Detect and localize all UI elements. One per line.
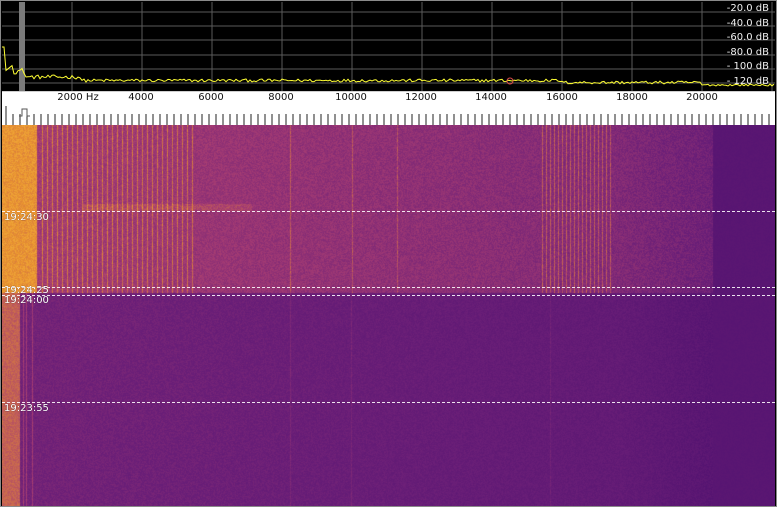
frequency-axis: 2000 Hz 4000 6000 8000 10000 12000 14000… <box>2 91 775 126</box>
frequency-label-8000: 8000 <box>268 92 294 103</box>
frequency-label-4000: 4000 <box>128 92 154 103</box>
db-label-100: - 100 dB <box>726 61 769 72</box>
frequency-range-marker <box>19 108 30 117</box>
low-frequency-marker <box>19 2 25 91</box>
frequency-ruler <box>5 106 770 126</box>
frequency-label-16000: 16000 <box>546 92 578 103</box>
frequency-label-10000: 10000 <box>335 92 367 103</box>
waterfall-view: 19:24:30 19:24:25 19:24:00 19:23:55 <box>2 125 775 506</box>
spectrum-plot <box>2 2 775 91</box>
spectrum-grid <box>2 2 775 91</box>
spectrum-analyzer-window: -20.0 dB -40.0 dB -60.0 dB -80.0 dB - 10… <box>0 0 777 507</box>
db-label-120: - 120 dB <box>726 76 769 87</box>
db-label-40: -40.0 dB <box>726 18 769 29</box>
db-label-80: -80.0 dB <box>726 47 769 58</box>
db-label-20: -20.0 dB <box>726 3 769 14</box>
frequency-label-2000: 2000 Hz <box>57 92 99 103</box>
waterfall-canvas <box>2 125 775 506</box>
frequency-ticks <box>5 106 770 126</box>
frequency-label-18000: 18000 <box>616 92 648 103</box>
spectrum-trace <box>2 46 775 87</box>
frequency-label-12000: 12000 <box>405 92 437 103</box>
frequency-label-14000: 14000 <box>475 92 507 103</box>
spectrum-panel: -20.0 dB -40.0 dB -60.0 dB -80.0 dB - 10… <box>2 2 775 91</box>
frequency-label-6000: 6000 <box>198 92 224 103</box>
frequency-label-20000: 20000 <box>686 92 718 103</box>
db-label-60: -60.0 dB <box>726 32 769 43</box>
